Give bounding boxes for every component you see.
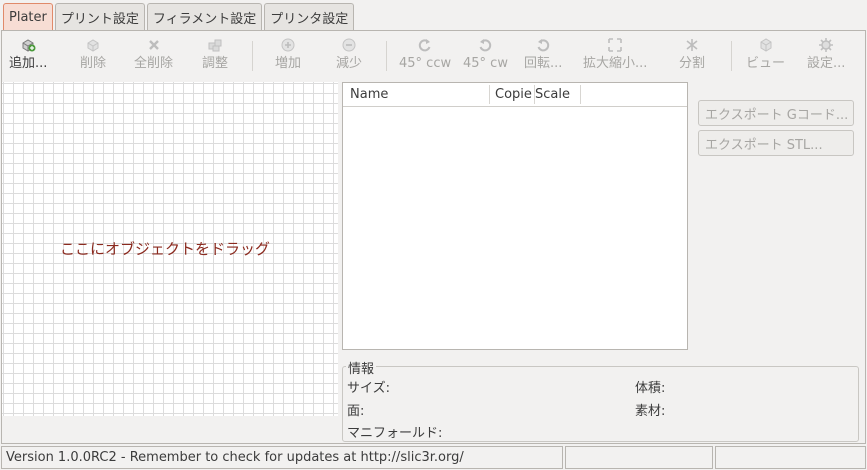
settings-icon [818,37,834,53]
delete-all-icon [146,37,162,53]
status-message: Version 1.0.0RC2 - Remember to check for… [1,446,563,469]
toolbar-separator [252,41,253,71]
tab-plater[interactable]: Plater [3,3,53,30]
rotate-ccw-button[interactable]: 45° ccw [399,36,451,76]
column-header-copies[interactable]: Copie [495,87,532,102]
manifold-label: マニフォールド: [347,426,443,441]
column-divider[interactable] [580,85,581,104]
export-stl-button[interactable]: エクスポート STL... [698,130,854,156]
arrange-button[interactable]: 調整 [202,36,228,76]
delete-button[interactable]: 削除 [80,36,106,76]
settings-button-label: 設定... [807,56,846,71]
view-button-label: ビュー [746,56,786,71]
rotate-ccw-button-label: 45° ccw [399,56,452,71]
split-button[interactable]: 分割 [679,36,705,76]
split-button-label: 分割 [679,56,706,71]
column-header-scale[interactable]: Scale [535,87,570,102]
delete-object-icon [85,37,101,53]
export-gcode-button[interactable]: エクスポート Gコード... [698,100,854,126]
size-label: サイズ: [347,381,390,396]
settings-button[interactable]: 設定... [807,36,845,76]
rotate-ccw-icon [417,37,433,53]
delete-all-button[interactable]: 全削除 [134,36,173,76]
status-field [715,446,866,469]
column-header-name[interactable]: Name [350,87,388,102]
increase-button[interactable]: 増加 [275,36,301,76]
toolbar-separator [386,41,387,71]
plater-toolbar: 追加... 削除 全削除 調整 増加 減少 45° ccw 45° cw 回転.… [1,36,865,78]
add-button-label: 追加... [9,56,48,71]
facets-label: 面: [347,404,365,419]
arrange-button-label: 調整 [202,56,229,71]
drag-hint-text: ここにオブジェクトをドラッグ [60,240,271,258]
increase-button-label: 増加 [275,56,302,71]
decrease-button-label: 減少 [336,56,363,71]
view-icon [758,37,774,53]
object-list[interactable]: Name Copie Scale [342,82,688,350]
rotate-button-label: 回転... [524,56,563,71]
add-object-icon [20,37,36,53]
arrange-icon [207,37,223,53]
rotate-icon [535,37,551,53]
add-button[interactable]: 追加... [9,36,47,76]
split-icon [684,37,700,53]
rotate-cw-button-label: 45° cw [463,56,508,71]
object-list-header: Name Copie Scale [343,83,687,107]
delete-button-label: 削除 [80,56,107,71]
rotate-cw-icon [477,37,493,53]
scale-button-label: 拡大縮小... [583,56,648,71]
rotate-button[interactable]: 回転... [524,36,562,76]
toolbar-separator [731,41,732,71]
info-group-title: 情報 [346,358,377,377]
scale-button[interactable]: 拡大縮小... [583,36,647,76]
status-bar: Version 1.0.0RC2 - Remember to check for… [1,446,866,469]
tab-print-settings[interactable]: プリント設定 [54,3,145,30]
tab-bar: Plater プリント設定 フィラメント設定 プリンタ設定 [3,3,355,31]
view-button[interactable]: ビュー [746,36,785,76]
column-divider[interactable] [489,85,490,104]
volume-label: 体積: [635,381,666,396]
scale-icon [607,37,623,53]
material-label: 素材: [635,404,666,419]
decrease-button[interactable]: 減少 [336,36,362,76]
minus-icon [341,37,357,53]
rotate-cw-button[interactable]: 45° cw [463,36,508,76]
status-field [565,446,713,469]
tab-filament-settings[interactable]: フィラメント設定 [146,3,263,30]
tab-printer-settings[interactable]: プリンタ設定 [264,3,355,30]
delete-all-button-label: 全削除 [134,56,174,71]
plus-icon [280,37,296,53]
